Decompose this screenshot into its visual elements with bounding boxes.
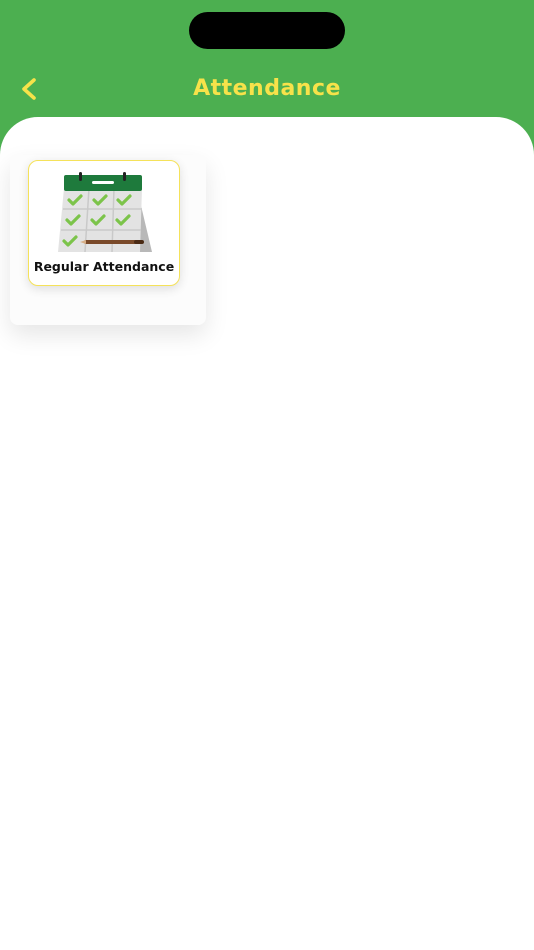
tile-label: Regular Attendance xyxy=(33,259,175,274)
page-title: Attendance xyxy=(193,76,341,101)
calendar-check-icon xyxy=(58,172,152,253)
content-area: Regular Attendance xyxy=(0,117,534,950)
dynamic-island xyxy=(189,12,345,49)
attendance-screen: Attendance Regular Attendance xyxy=(0,0,534,950)
regular-attendance-tile[interactable]: Regular Attendance xyxy=(28,160,180,286)
